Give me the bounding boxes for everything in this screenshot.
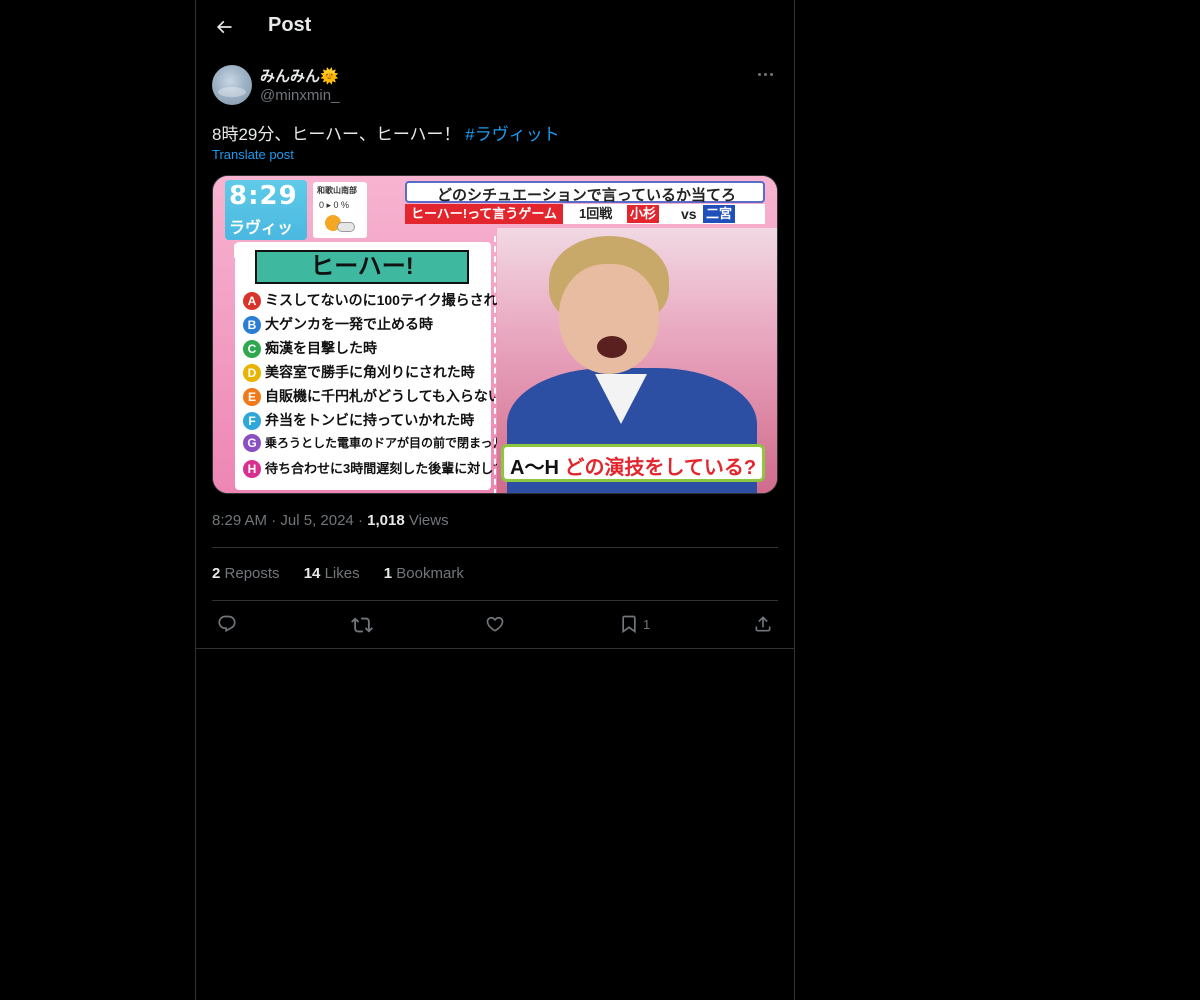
option-text: 自販機に千円札がどうしても入らない時	[265, 388, 516, 404]
post-media-image[interactable]: 8:29 ラヴィット! 和歌山南部 0 ▸ 0 % どのシチュエーションで言って…	[212, 175, 778, 494]
page-title: Post	[268, 14, 312, 36]
repost-button[interactable]	[351, 612, 373, 638]
option-letter-badge: C	[243, 340, 261, 359]
media-game-name: ヒーハー!って言うゲーム	[405, 204, 564, 224]
option-text: 待ち合わせに3時間遅刻した後輩に対して	[265, 461, 506, 476]
like-button[interactable]	[485, 612, 507, 638]
post-body-text: 8時29分、ヒーハー、ヒーハー！	[212, 125, 461, 144]
meta-separator: ·	[357, 512, 368, 529]
bookmarks-stat[interactable]: 1 Bookmark	[384, 565, 464, 582]
views-count: 1,018	[367, 512, 405, 529]
header: Post	[196, 0, 794, 53]
divider	[212, 547, 778, 548]
media-clock: 8:29 ラヴィット!	[225, 180, 307, 261]
reposts-count: 2	[212, 565, 221, 582]
engagement-stats: 2 Reposts 14 Likes 1 Bookmark	[212, 565, 484, 582]
option-letter-badge: H	[243, 460, 261, 479]
media-option: C 痴漢を目撃した時	[243, 338, 377, 360]
reply-icon	[218, 615, 236, 633]
media-banner-bottom: ヒーハー!って言うゲーム 1回戦 小杉 vs 二宮	[405, 204, 765, 224]
media-banner-top-text: どのシチュエーションで言っているか当てろ	[437, 187, 736, 204]
back-button[interactable]	[208, 11, 240, 43]
like-icon	[486, 616, 504, 632]
translate-post-link[interactable]: Translate post	[212, 147, 294, 162]
media-board-title: ヒーハー!	[255, 250, 469, 284]
share-icon	[755, 616, 771, 632]
option-letter-badge: D	[243, 364, 261, 383]
meta-separator: ·	[271, 512, 281, 529]
media-banner-top: どのシチュエーションで言っているか当てろ	[405, 181, 765, 204]
media-option: E 自販機に千円札がどうしても入らない時	[243, 386, 516, 408]
media-question-caption: A～H どの演技をしている?	[501, 444, 765, 482]
media-option: G 乗ろうとした電車のドアが目の前で閉まった時	[243, 434, 517, 456]
option-text: 痴漢を目撃した時	[265, 340, 377, 356]
media-vs: vs	[681, 206, 697, 222]
media-option: D 美容室で勝手に角刈りにされた時	[243, 362, 475, 384]
media-option: B 大ゲンカを一発で止める時	[243, 314, 433, 336]
bookmark-button[interactable]: 1	[619, 612, 659, 638]
repost-icon	[351, 617, 373, 633]
likes-count: 14	[303, 565, 321, 582]
author-handle[interactable]: @minxmin_	[260, 87, 339, 104]
avatar[interactable]	[212, 65, 252, 105]
media-question-text: A～H どの演技をしている?	[510, 451, 756, 480]
option-letter-badge: B	[243, 316, 261, 335]
question-prefix: A～H	[510, 457, 559, 479]
author-display-name[interactable]: みんみん🌞	[260, 65, 339, 86]
media-player1: 小杉	[627, 205, 660, 223]
bookmarks-count: 1	[383, 565, 393, 582]
option-text: 弁当をトンビに持っていかれた時	[265, 412, 475, 428]
media-options-board: ヒーハー! A ミスしてないのに100テイク撮らされた時 B 大ゲンカを一発で止める…	[235, 242, 526, 490]
post-time[interactable]: 8:29 AM	[212, 512, 267, 529]
media-option: H 待ち合わせに3時間遅刻した後輩に対して	[243, 458, 506, 480]
bookmark-count: 1	[643, 617, 651, 632]
divider	[212, 600, 778, 601]
option-letter-badge: A	[243, 292, 261, 311]
media-option: A ミスしてないのに100テイク撮らされた時	[243, 290, 526, 312]
divider	[196, 648, 794, 649]
media-clock-time: 8:29	[229, 181, 298, 211]
question-body: どの演技をしている?	[564, 457, 757, 479]
media-option: F 弁当をトンビに持っていかれた時	[243, 410, 474, 432]
hashtag-link[interactable]: #ラヴィット	[465, 125, 559, 144]
post-meta: 8:29 AM · Jul 5, 2024 · 1,018 Views	[212, 512, 449, 529]
media-weather-region: 和歌山南部	[317, 186, 357, 195]
post-text: 8時29分、ヒーハー、ヒーハー！ #ラヴィット	[212, 120, 560, 145]
likes-stat[interactable]: 14 Likes	[304, 565, 360, 582]
more-button[interactable]	[756, 64, 780, 86]
person-mouth	[597, 336, 627, 358]
bookmark-icon	[622, 615, 636, 634]
option-letter-badge: E	[243, 388, 261, 407]
reposts-stat[interactable]: 2 Reposts	[212, 565, 280, 582]
media-round: 1回戦	[579, 206, 613, 221]
media-weather: 和歌山南部 0 ▸ 0 %	[313, 182, 367, 238]
reply-button[interactable]	[217, 612, 239, 638]
post-date[interactable]: Jul 5, 2024	[280, 512, 353, 529]
media-divider	[494, 236, 496, 493]
post-column: Post みんみん🌞 @minxmin_ 8時29分、ヒーハー、ヒーハー！ #ラ…	[195, 0, 795, 1000]
likes-label: Likes	[324, 565, 360, 582]
option-text: 大ゲンカを一発で止める時	[265, 316, 433, 332]
option-letter-badge: G	[243, 434, 261, 453]
option-text: 美容室で勝手に角刈りにされた時	[265, 364, 475, 380]
action-bar: 1	[196, 612, 794, 638]
back-arrow-icon	[216, 20, 232, 34]
option-text: ミスしてないのに100テイク撮らされた時	[265, 292, 526, 308]
option-letter-badge: F	[243, 412, 261, 431]
media-weather-precip: 0 ▸ 0 %	[319, 200, 350, 210]
reposts-label: Reposts	[224, 565, 280, 582]
option-text: 乗ろうとした電車のドアが目の前で閉まった時	[265, 436, 517, 450]
bookmarks-label: Bookmark	[396, 565, 464, 582]
media-player2: 二宮	[703, 205, 736, 223]
views-label: Views	[408, 512, 449, 529]
cloud-icon	[337, 222, 355, 232]
share-button[interactable]	[753, 612, 775, 638]
